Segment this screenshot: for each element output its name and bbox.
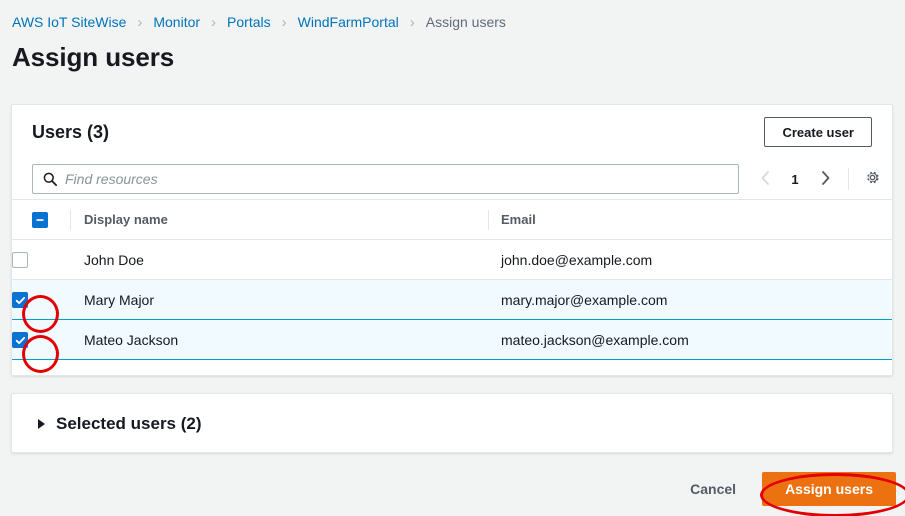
row-display-name: Mary Major (70, 292, 154, 308)
page-title: Assign users (0, 26, 905, 73)
column-header-email[interactable]: Email (488, 200, 892, 240)
column-header-email-label: Email (488, 212, 536, 227)
pagination-page-number[interactable]: 1 (781, 172, 809, 187)
row-email: mateo.jackson@example.com (488, 332, 689, 348)
row-display-name: Mateo Jackson (70, 332, 178, 348)
pagination-divider (848, 168, 849, 190)
triangle-right-icon (38, 419, 45, 429)
pagination-next-button[interactable] (811, 165, 839, 193)
table-row[interactable]: Mary Major mary.major@example.com (12, 280, 892, 320)
chevron-left-icon (760, 170, 771, 189)
assign-users-button[interactable]: Assign users (762, 472, 896, 506)
row-display-name-cell: Mary Major (70, 280, 488, 320)
users-table-card: Users (3) Create user 1 (11, 104, 893, 376)
row-email-cell: mateo.jackson@example.com (488, 320, 892, 360)
breadcrumb-separator-icon: › (399, 15, 426, 30)
users-card-header: Users (3) Create user (12, 105, 892, 159)
breadcrumb: AWS IoT SiteWise › Monitor › Portals › W… (0, 0, 905, 26)
row-select-cell (12, 280, 70, 320)
breadcrumb-separator-icon: › (126, 15, 153, 30)
selected-users-card: Selected users (2) (11, 393, 893, 453)
row-display-name: John Doe (70, 252, 144, 268)
pagination: 1 (751, 165, 886, 193)
row-email: john.doe@example.com (488, 252, 652, 268)
row-display-name-cell: John Doe (70, 240, 488, 280)
form-actions: Cancel Assign users (0, 462, 905, 516)
cancel-button[interactable]: Cancel (686, 481, 740, 497)
create-user-button[interactable]: Create user (764, 117, 872, 147)
row-display-name-cell: Mateo Jackson (70, 320, 488, 360)
row-select-cell (12, 240, 70, 280)
users-count-heading: Users (3) (32, 122, 109, 143)
search-input[interactable] (32, 164, 739, 194)
breadcrumb-item-assign-users: Assign users (426, 14, 506, 30)
selected-users-label: Selected users (2) (56, 414, 202, 434)
search-box (32, 164, 739, 194)
select-all-header (12, 200, 70, 240)
row-email: mary.major@example.com (488, 292, 667, 308)
selected-users-expander[interactable]: Selected users (2) (12, 394, 892, 454)
gear-icon (864, 169, 881, 189)
table-row[interactable]: Mateo Jackson mateo.jackson@example.com (12, 320, 892, 360)
table-preferences-button[interactable] (858, 165, 886, 193)
table-header-row: Display name Email (12, 200, 892, 240)
breadcrumb-separator-icon: › (200, 15, 227, 30)
breadcrumb-separator-icon: › (271, 15, 298, 30)
users-table-head: Display name Email (12, 200, 892, 240)
table-tools-row: 1 (12, 159, 892, 199)
assign-users-button-wrap: Assign users (762, 472, 896, 506)
table-row[interactable]: John Doe john.doe@example.com (12, 240, 892, 280)
row-checkbox-john-doe[interactable] (12, 252, 28, 268)
users-table: Display name Email John Doe john.doe@exa… (12, 199, 892, 360)
breadcrumb-item-monitor[interactable]: Monitor (153, 14, 200, 30)
row-select-cell (12, 320, 70, 360)
users-table-body: John Doe john.doe@example.com Mary Major (12, 240, 892, 360)
breadcrumb-item-aws-iot-sitewise[interactable]: AWS IoT SiteWise (12, 14, 126, 30)
row-checkbox-mateo-jackson[interactable] (12, 332, 28, 348)
row-email-cell: mary.major@example.com (488, 280, 892, 320)
select-all-checkbox[interactable] (32, 212, 48, 228)
breadcrumb-item-portals[interactable]: Portals (227, 14, 271, 30)
breadcrumb-item-windfarmportal[interactable]: WindFarmPortal (298, 14, 399, 30)
row-checkbox-mary-major[interactable] (12, 292, 28, 308)
row-email-cell: john.doe@example.com (488, 240, 892, 280)
pagination-prev-button[interactable] (751, 165, 779, 193)
chevron-right-icon (820, 170, 831, 189)
column-header-display-name[interactable]: Display name (70, 200, 488, 240)
column-header-display-name-label: Display name (70, 212, 168, 227)
